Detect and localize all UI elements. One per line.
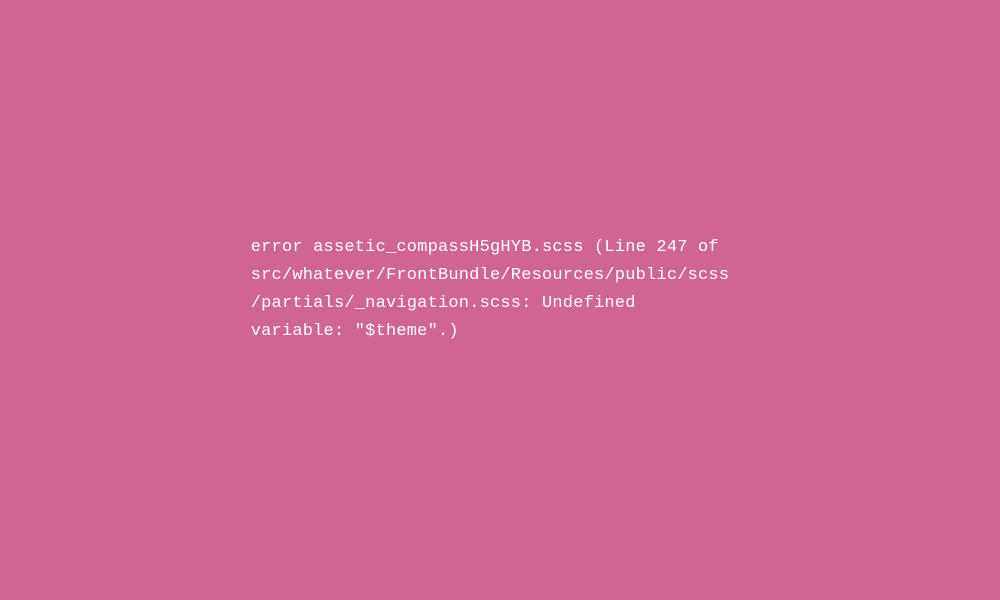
error-text-line-1: error assetic_compassH5gHYB.scss (Line 2… xyxy=(251,234,729,262)
error-text-line-4: variable: "$theme".) xyxy=(251,318,729,346)
error-text-line-2: src/whatever/FrontBundle/Resources/publi… xyxy=(251,262,729,290)
error-text-line-3: /partials/_navigation.scss: Undefined xyxy=(251,290,729,318)
error-message: error assetic_compassH5gHYB.scss (Line 2… xyxy=(251,234,729,346)
